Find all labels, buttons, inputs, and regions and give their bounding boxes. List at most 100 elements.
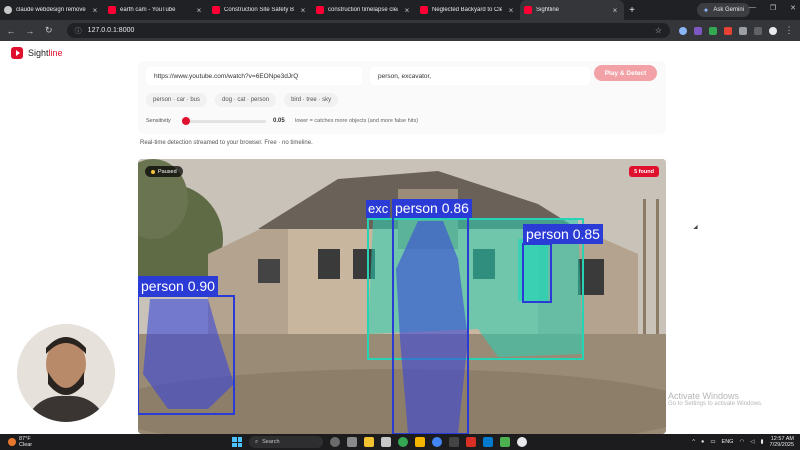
detection-label: person 0.85	[523, 224, 603, 244]
youtube-icon	[316, 6, 324, 14]
app-icon[interactable]	[466, 437, 476, 447]
chevron-up-icon[interactable]: ^	[692, 439, 695, 445]
vscode-icon[interactable]	[483, 437, 493, 447]
close-tab-icon[interactable]: ×	[90, 6, 100, 15]
reload-icon[interactable]: ↻	[44, 25, 54, 36]
browser-tab[interactable]: construction timelapse clea ×	[312, 0, 416, 20]
forward-arrow-icon[interactable]: →	[25, 26, 35, 36]
profile-avatar[interactable]	[769, 26, 778, 35]
sidebar-icon[interactable]	[754, 26, 763, 35]
close-tab-icon[interactable]: ×	[298, 6, 308, 15]
address-bar[interactable]: ⓘ 127.0.0.1:8000 ☆	[66, 23, 671, 38]
sightline-icon	[524, 6, 532, 14]
play-detect-button[interactable]: Play & Detect	[594, 65, 657, 81]
preset-chip[interactable]: person · car · bus	[146, 93, 208, 107]
tab-title: Construction Site Safety Ba	[224, 7, 294, 13]
sensitivity-slider[interactable]	[182, 117, 266, 125]
video-player[interactable]: person 0.90 exc person 0.86 person 0.85 …	[138, 159, 666, 434]
status-dot-icon	[151, 169, 155, 174]
app-description: Real-time detection streamed to your bro…	[140, 140, 313, 146]
microphone-icon[interactable]: ●	[701, 439, 704, 445]
address-text: 127.0.0.1:8000	[87, 27, 135, 34]
task-view-icon[interactable]	[347, 437, 357, 447]
brand-name: Sightline	[28, 48, 63, 58]
bookmark-star-icon[interactable]: ☆	[655, 26, 662, 35]
power-icon[interactable]: ▮	[761, 439, 764, 445]
widget-icon[interactable]	[330, 437, 340, 447]
preset-chips: person · car · bus dog · cat · person bi…	[146, 93, 339, 107]
tab-title: Neglected Backyard to Clea	[432, 7, 502, 13]
minimize-icon[interactable]: —	[749, 4, 756, 12]
close-tab-icon[interactable]: ×	[610, 6, 620, 15]
extension-icon[interactable]	[724, 26, 733, 35]
browser-tab-active[interactable]: Sightline ×	[520, 0, 624, 20]
browser-toolbar: ← → ↻ ⓘ 127.0.0.1:8000 ☆ ⋮	[0, 20, 800, 41]
detection-label: person 0.90	[138, 276, 218, 296]
preset-chip[interactable]: bird · tree · sky	[284, 93, 339, 107]
app-icon[interactable]	[415, 437, 425, 447]
weather-widget[interactable]: 87°F Clear	[8, 436, 32, 448]
activate-windows-watermark: Activate Windows Go to Settings to activ…	[668, 391, 763, 407]
page-content: Sightline Play & Detect person · car · b…	[0, 41, 800, 434]
paused-badge: Paused	[145, 166, 183, 177]
extensions-puzzle-icon[interactable]	[739, 26, 748, 35]
sensitivity-label: Sensitivity	[146, 118, 171, 124]
browser-tab[interactable]: claude webdesign remove ×	[0, 0, 104, 20]
browser-tab[interactable]: Neglected Backyard to Clea ×	[416, 0, 520, 20]
sensitivity-hint: lower = catches more objects (and more f…	[295, 118, 419, 124]
taskbar-search[interactable]: ⌕ Search	[249, 436, 323, 448]
windows-start-icon[interactable]	[232, 437, 242, 447]
extension-icon[interactable]	[709, 26, 718, 35]
close-window-icon[interactable]: ✕	[790, 4, 796, 12]
detection-label: person 0.86	[392, 199, 472, 218]
tab-title: earth cam - YouTube	[120, 7, 176, 13]
browser-tab[interactable]: Construction Site Safety Ba ×	[208, 0, 312, 20]
detection-label: exc	[366, 200, 391, 218]
lang-indicator[interactable]: ENG	[722, 439, 734, 445]
volume-icon[interactable]: ◁	[750, 439, 754, 445]
ask-gemini-label: Ask Gemini	[713, 7, 744, 13]
app-icon[interactable]	[449, 437, 459, 447]
app-icon[interactable]	[381, 437, 391, 447]
chrome-icon[interactable]	[432, 437, 442, 447]
site-info-icon[interactable]: ⓘ	[75, 26, 82, 36]
controls-panel: Play & Detect person · car · bus dog · c…	[138, 61, 666, 134]
video-url-input[interactable]	[146, 67, 362, 85]
search-placeholder: Search	[262, 439, 280, 445]
browser-tab-strip: claude webdesign remove × earth cam - Yo…	[0, 0, 800, 20]
extensions-area: ⋮	[679, 25, 794, 36]
preset-chip[interactable]: dog · cat · person	[215, 93, 277, 107]
sensitivity-value: 0.05	[273, 118, 285, 124]
youtube-icon	[108, 6, 116, 14]
chrome-icon[interactable]	[398, 437, 408, 447]
slider-thumb[interactable]	[182, 117, 191, 125]
play-logo-icon	[11, 47, 23, 59]
weather-condition: Clear	[19, 442, 33, 448]
mouse-cursor-icon	[693, 224, 700, 232]
extension-shield-icon[interactable]	[679, 26, 688, 35]
clock[interactable]: 12:57 AM 7/29/2025	[770, 436, 794, 448]
taskbar-apps: ⌕ Search	[232, 436, 527, 448]
browser-tab[interactable]: earth cam - YouTube ×	[104, 0, 208, 20]
ask-gemini-button[interactable]: ✦ Ask Gemini	[696, 3, 750, 17]
extension-icon[interactable]	[694, 26, 703, 35]
youtube-icon	[212, 6, 220, 14]
restore-icon[interactable]: ❐	[770, 4, 776, 12]
watermark-title: Activate Windows	[668, 391, 740, 401]
close-tab-icon[interactable]: ×	[506, 6, 516, 15]
tab-title: claude webdesign remove	[16, 7, 86, 13]
app-icon[interactable]	[500, 437, 510, 447]
objects-input[interactable]	[370, 67, 590, 85]
menu-dots-icon[interactable]: ⋮	[784, 25, 794, 36]
paused-label: Paused	[158, 168, 177, 175]
close-tab-icon[interactable]: ×	[194, 6, 204, 15]
back-arrow-icon[interactable]: ←	[6, 26, 16, 36]
wifi-icon[interactable]: ◠	[739, 439, 744, 445]
close-tab-icon[interactable]: ×	[402, 6, 412, 15]
file-explorer-icon[interactable]	[364, 437, 374, 447]
window-controls: — ❐ ✕	[749, 4, 796, 12]
battery-icon[interactable]: ▭	[710, 439, 715, 445]
new-tab-button[interactable]: +	[624, 5, 640, 16]
app-brand[interactable]: Sightline	[11, 47, 63, 59]
chrome-icon[interactable]	[517, 437, 527, 447]
